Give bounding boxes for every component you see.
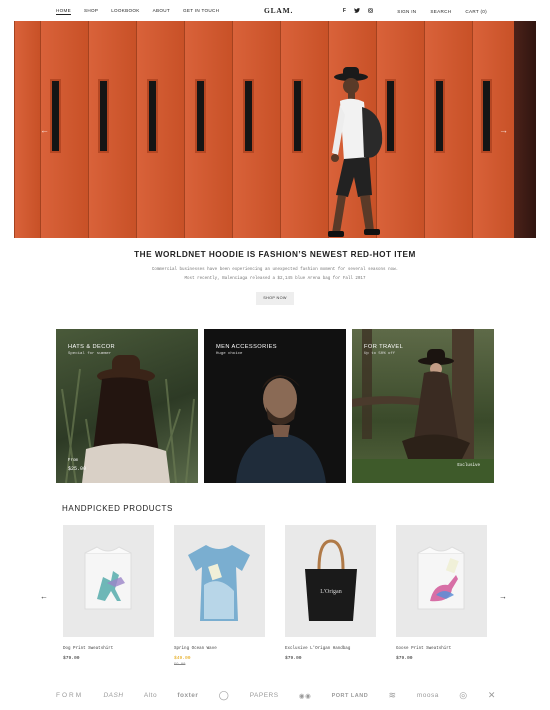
- category-title: MEN ACCESSORIES: [216, 344, 277, 350]
- cart-link[interactable]: CART (0): [465, 9, 487, 14]
- product-price: $79.00: [396, 656, 413, 661]
- door-slat: [424, 21, 472, 238]
- hero-door-edge: [514, 21, 536, 238]
- nav-home-link[interactable]: HOME: [56, 8, 71, 15]
- door-window: [292, 79, 303, 153]
- nav-lookbook-link[interactable]: LOOKBOOK: [111, 8, 139, 15]
- door-window: [243, 79, 254, 153]
- product-image[interactable]: [174, 525, 265, 637]
- category-subtitle: Huge choice: [216, 352, 243, 356]
- product-image[interactable]: [63, 525, 154, 637]
- brand-logo: PAPERS: [249, 692, 279, 699]
- feature-description-line: Commercial businesses have been experien…: [151, 268, 399, 272]
- product-image-dog-shirt: [84, 546, 132, 610]
- hero-model-image: [328, 67, 383, 237]
- products-prev-arrow[interactable]: ←: [40, 592, 48, 601]
- brand-logo: ◯: [218, 690, 230, 700]
- facebook-icon[interactable]: f: [343, 8, 346, 15]
- door-slat: [232, 21, 280, 238]
- top-nav: HOME SHOP LOOKBOOK ABOUT GET IN TOUCH GL…: [0, 0, 550, 22]
- social-links: f: [343, 8, 374, 15]
- product-name[interactable]: Spring Ocean Wave: [174, 647, 265, 651]
- product-name[interactable]: Goose Print Sweatshirt: [396, 647, 487, 651]
- product-image[interactable]: [396, 525, 487, 637]
- product-card[interactable]: L'Origan Exclusive L'Origan Handbag $79.…: [285, 525, 376, 661]
- product-card[interactable]: Spring Ocean Wave $49.00 59.00: [174, 525, 265, 667]
- door-window: [195, 79, 206, 153]
- brand-logo: FORM: [56, 692, 84, 699]
- product-price: $79.00: [63, 656, 80, 661]
- brand-logo: Alto: [143, 692, 158, 699]
- product-name[interactable]: Dog Print Sweatshirt: [63, 647, 154, 651]
- nav-get-in-touch-link[interactable]: GET IN TOUCH: [183, 8, 219, 15]
- brand-logo: ≋: [388, 690, 397, 700]
- product-image[interactable]: L'Origan: [285, 525, 376, 637]
- category-subtitle: Up to 50% off: [364, 352, 396, 356]
- product-image-handbag: L'Origan: [305, 539, 357, 621]
- brand-logo: PORT LAND: [331, 692, 369, 699]
- brand-logo: ✕: [487, 690, 496, 700]
- category-title: FOR TRAVEL: [364, 344, 404, 350]
- nav-shop-link[interactable]: SHOP: [84, 8, 98, 15]
- category-subtitle: Special for summer: [68, 352, 112, 356]
- hero-prev-arrow[interactable]: ←: [40, 125, 49, 135]
- door-slat: [88, 21, 136, 238]
- brand-logos-row: FORM DASH Alto foxter ◯ PAPERS ◉◉ PORT L…: [56, 690, 496, 701]
- twitter-icon[interactable]: [354, 8, 361, 15]
- product-old-price: 59.00: [174, 663, 186, 667]
- shop-now-button[interactable]: SHOP NOW: [256, 292, 294, 305]
- door-window: [434, 79, 445, 153]
- door-window: [147, 79, 158, 153]
- door-window: [50, 79, 61, 153]
- brand-logo: ◎: [459, 690, 468, 700]
- brand-logo: ◉◉: [298, 692, 312, 700]
- products-next-arrow[interactable]: →: [499, 592, 507, 601]
- brand-logo: foxter: [177, 692, 199, 699]
- category-tile-hats[interactable]: HATS & DECOR Special for summer From $25…: [56, 329, 198, 483]
- product-card[interactable]: Goose Print Sweatshirt $79.00: [396, 525, 487, 661]
- category-tile-men[interactable]: MEN ACCESSORIES Huge choice: [204, 329, 346, 483]
- product-card[interactable]: Dog Print Sweatshirt $79.00: [63, 525, 154, 661]
- door-window: [98, 79, 109, 153]
- product-name[interactable]: Exclusive L'Origan Handbag: [285, 647, 376, 651]
- category-price-label: From: [68, 459, 79, 463]
- category-title: HATS & DECOR: [68, 344, 116, 350]
- sign-in-link[interactable]: SIGN IN: [397, 9, 416, 14]
- door-slat: [136, 21, 184, 238]
- product-sale-price: $49.00: [174, 656, 191, 661]
- nav-about-link[interactable]: ABOUT: [153, 8, 170, 15]
- hero-next-arrow[interactable]: →: [499, 125, 508, 135]
- products-section-title: HANDPICKED PRODUCTS: [62, 504, 173, 513]
- category-price: $25.00: [68, 466, 87, 472]
- hero-banner: ← →: [14, 21, 536, 238]
- product-image-ocean-tee: [188, 545, 250, 621]
- brand-logo: moosa: [416, 692, 439, 699]
- door-slat: [14, 21, 40, 238]
- category-badge: Exclusive: [457, 464, 480, 468]
- door-window: [481, 79, 492, 153]
- category-tile-travel[interactable]: FOR TRAVEL Up to 50% off Exclusive: [352, 329, 494, 483]
- svg-text:L'Origan: L'Origan: [320, 589, 341, 595]
- product-image-goose-shirt: [417, 546, 465, 610]
- instagram-icon[interactable]: [368, 8, 374, 15]
- nav-right: f SIGN IN SEARCH CART (0): [343, 8, 487, 15]
- search-link[interactable]: SEARCH: [430, 9, 451, 14]
- feature-headline: THE WORLDNET HOODIE IS FASHION’S NEWEST …: [134, 250, 416, 259]
- site-logo[interactable]: GLAM.: [264, 6, 293, 15]
- product-price: $79.00: [285, 656, 302, 661]
- feature-description-line: Most recently, Balenciaga released a $2,…: [184, 277, 366, 281]
- door-slat: [184, 21, 232, 238]
- brand-logo: DASH: [103, 692, 124, 699]
- nav-left: HOME SHOP LOOKBOOK ABOUT GET IN TOUCH: [56, 8, 219, 15]
- feature-description: Commercial businesses have been experien…: [140, 266, 410, 284]
